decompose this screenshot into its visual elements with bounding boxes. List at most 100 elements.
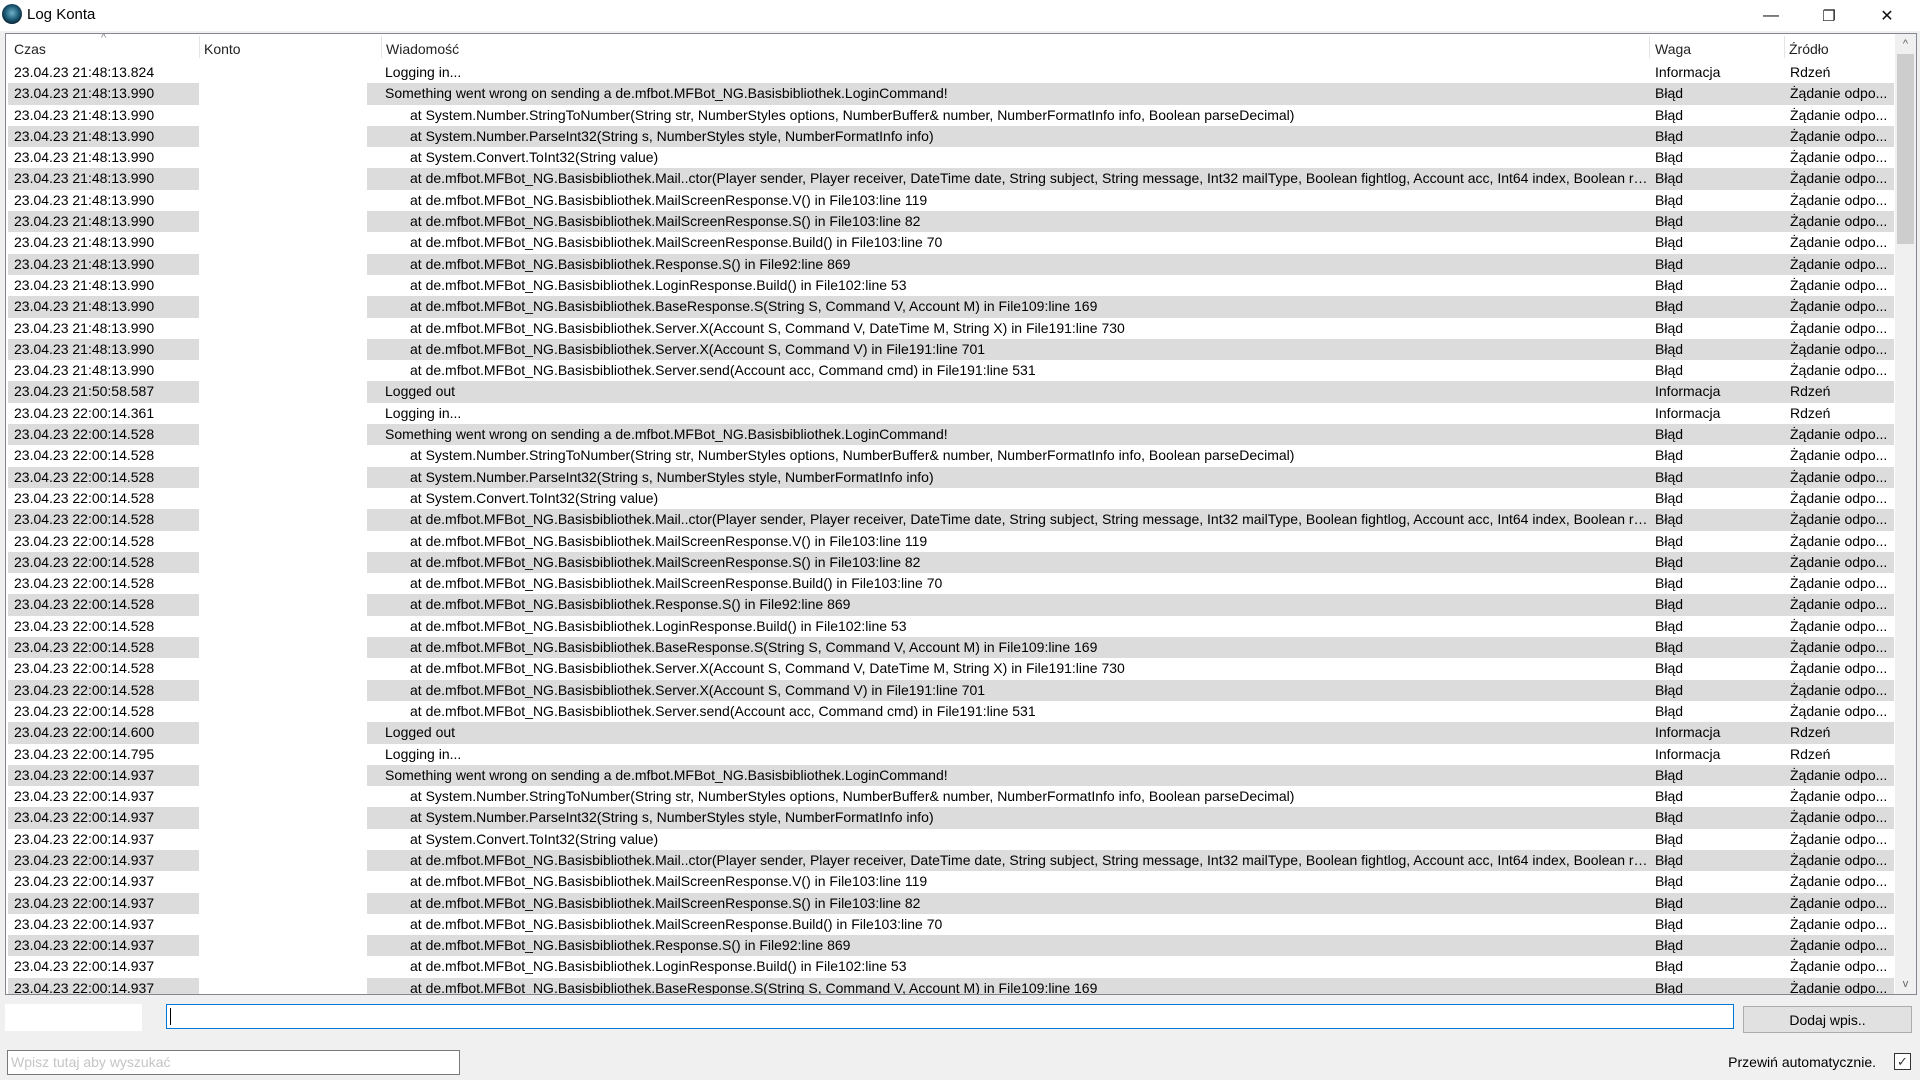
table-row[interactable]: 23.04.23 21:48:13.990 at de.mfbot.MFBot_N… bbox=[6, 360, 1894, 381]
table-row[interactable]: 23.04.23 22:00:14.937 at de.mfbot.MFBot_N… bbox=[6, 977, 1894, 994]
table-row[interactable]: 23.04.23 22:00:14.528 at de.mfbot.MFBot_N… bbox=[6, 573, 1894, 594]
cell-time: 23.04.23 21:48:13.990 bbox=[8, 168, 199, 190]
cell-message: at System.Convert.ToInt32(String value) bbox=[410, 489, 659, 506]
cell-account bbox=[199, 62, 366, 83]
table-row[interactable]: 23.04.23 22:00:14.937 at System.Number.Pa… bbox=[6, 807, 1894, 829]
table-row[interactable]: 23.04.23 21:48:13.990 at System.Number.Pa… bbox=[6, 125, 1894, 148]
restore-button[interactable]: ❐ bbox=[1800, 0, 1858, 31]
cell-message: at de.mfbot.MFBot_NG.Basisbibliothek.Mai… bbox=[410, 575, 943, 592]
table-row[interactable]: 23.04.23 21:48:13.990 at de.mfbot.MFBot_N… bbox=[6, 168, 1894, 190]
column-divider[interactable] bbox=[381, 36, 382, 58]
cell-source: Żądanie odpo... bbox=[1790, 702, 1888, 719]
cell-weight: Błąd bbox=[1649, 679, 1784, 701]
table-row[interactable]: 23.04.23 22:00:14.528 Something went wron… bbox=[6, 424, 1894, 446]
table-row[interactable]: 23.04.23 22:00:14.361 Logging in... Inform… bbox=[6, 403, 1894, 424]
log-entry-input[interactable] bbox=[166, 1004, 1734, 1029]
table-row[interactable]: 23.04.23 21:48:13.990 at de.mfbot.MFBot_N… bbox=[6, 338, 1894, 361]
table-row[interactable]: 23.04.23 22:00:14.528 at de.mfbot.MFBot_N… bbox=[6, 616, 1894, 637]
table-row[interactable]: 23.04.23 22:00:14.528 at de.mfbot.MFBot_N… bbox=[6, 658, 1894, 679]
column-divider[interactable] bbox=[1649, 36, 1650, 58]
table-row[interactable]: 23.04.23 22:00:14.937 at de.mfbot.MFBot_N… bbox=[6, 892, 1894, 914]
table-row[interactable]: 23.04.23 22:00:14.528 at System.Number.St… bbox=[6, 445, 1894, 466]
table-row[interactable]: 23.04.23 22:00:14.528 at System.Number.Pa… bbox=[6, 466, 1894, 488]
cell-account bbox=[199, 83, 366, 104]
cell-weight: Błąd bbox=[1655, 234, 1684, 251]
table-row[interactable]: 23.04.23 22:00:14.528 at de.mfbot.MFBot_N… bbox=[6, 531, 1894, 552]
cell-account bbox=[199, 296, 366, 317]
column-header-message[interactable]: Wiadomość bbox=[386, 41, 459, 57]
table-row[interactable]: 23.04.23 22:00:14.528 at de.mfbot.MFBot_N… bbox=[6, 701, 1894, 722]
vertical-scrollbar[interactable]: ^ v bbox=[1895, 34, 1916, 994]
cell-message: at de.mfbot.MFBot_NG.Basisbibliothek.Ser… bbox=[367, 338, 1649, 361]
close-button[interactable]: ✕ bbox=[1858, 0, 1916, 31]
cell-source: Żądanie odpo... bbox=[1790, 234, 1888, 251]
column-divider[interactable] bbox=[1784, 36, 1785, 58]
table-row[interactable]: 23.04.23 21:48:13.990 at de.mfbot.MFBot_N… bbox=[6, 275, 1894, 296]
cell-time: 23.04.23 22:00:14.528 bbox=[14, 660, 155, 677]
table-row[interactable]: 23.04.23 21:48:13.990 at de.mfbot.MFBot_N… bbox=[6, 296, 1894, 318]
cell-weight: Błąd bbox=[1649, 849, 1784, 872]
add-entry-button[interactable]: Dodaj wpis.. bbox=[1743, 1006, 1912, 1033]
table-row[interactable]: 23.04.23 22:00:14.528 at de.mfbot.MFBot_N… bbox=[6, 637, 1894, 659]
table-row[interactable]: 23.04.23 21:48:13.990 at de.mfbot.MFBot_N… bbox=[6, 253, 1894, 275]
cell-account bbox=[199, 168, 366, 189]
cell-time: 23.04.23 22:00:14.528 bbox=[14, 702, 155, 719]
table-row[interactable]: 23.04.23 21:48:13.990 Something went wron… bbox=[6, 83, 1894, 105]
cell-source: Żądanie odpo... bbox=[1784, 296, 1894, 318]
cell-weight: Błąd bbox=[1649, 637, 1784, 659]
cell-message: at de.mfbot.MFBot_NG.Basisbibliothek.Mai… bbox=[410, 234, 943, 251]
scrollbar-thumb[interactable] bbox=[1897, 54, 1914, 244]
cell-time: 23.04.23 22:00:14.528 bbox=[8, 679, 199, 701]
table-row[interactable]: 23.04.23 22:00:14.795 Logging in... Inform… bbox=[6, 744, 1894, 765]
column-header-account[interactable]: Konto bbox=[204, 41, 241, 57]
cell-source: Żądanie odpo... bbox=[1784, 83, 1894, 105]
column-header-weight[interactable]: Waga bbox=[1655, 41, 1691, 57]
cell-source: Żądanie odpo... bbox=[1790, 575, 1888, 592]
table-row[interactable]: 23.04.23 22:00:14.528 at System.Convert.T… bbox=[6, 488, 1894, 509]
table-row[interactable]: 23.04.23 21:48:13.990 at de.mfbot.MFBot_N… bbox=[6, 318, 1894, 339]
table-row[interactable]: 23.04.23 22:00:14.528 at de.mfbot.MFBot_N… bbox=[6, 509, 1894, 531]
table-row[interactable]: 23.04.23 22:00:14.937 at System.Convert.T… bbox=[6, 829, 1894, 850]
table-row[interactable]: 23.04.23 22:00:14.937 at de.mfbot.MFBot_N… bbox=[6, 871, 1894, 892]
table-row[interactable]: 23.04.23 21:48:13.990 at de.mfbot.MFBot_N… bbox=[6, 232, 1894, 253]
table-row[interactable]: 23.04.23 21:48:13.990 at de.mfbot.MFBot_N… bbox=[6, 211, 1894, 233]
search-input[interactable]: Wpisz tutaj aby wyszukać bbox=[7, 1050, 460, 1075]
cell-time: 23.04.23 22:00:14.937 bbox=[14, 830, 155, 847]
cell-time: 23.04.23 22:00:14.528 bbox=[14, 532, 155, 549]
cell-time: 23.04.23 21:48:13.990 bbox=[14, 191, 155, 208]
table-row[interactable]: 23.04.23 21:48:13.990 at System.Convert.T… bbox=[6, 147, 1894, 168]
table-row[interactable]: 23.04.23 22:00:14.937 at de.mfbot.MFBot_N… bbox=[6, 956, 1894, 977]
log-list[interactable]: ^ Czas Konto Wiadomość Waga Źródło 23.04… bbox=[5, 33, 1917, 995]
table-row[interactable]: 23.04.23 21:50:58.587 Logged out Informacj… bbox=[6, 381, 1894, 403]
table-row[interactable]: 23.04.23 22:00:14.528 at de.mfbot.MFBot_N… bbox=[6, 551, 1894, 574]
table-row[interactable]: 23.04.23 22:00:14.600 Logged out Informacj… bbox=[6, 722, 1894, 744]
table-row[interactable]: 23.04.23 21:48:13.990 at de.mfbot.MFBot_N… bbox=[6, 190, 1894, 211]
table-row[interactable]: 23.04.23 21:48:13.990 at System.Number.St… bbox=[6, 105, 1894, 126]
cell-source: Żądanie odpo... bbox=[1784, 764, 1894, 787]
cell-account bbox=[199, 637, 366, 658]
cell-weight: Błąd bbox=[1655, 702, 1684, 719]
autoscroll-checkbox[interactable]: ✓ bbox=[1894, 1053, 1911, 1070]
scroll-down-icon[interactable]: v bbox=[1895, 974, 1916, 994]
table-row[interactable]: 23.04.23 22:00:14.937 at System.Number.St… bbox=[6, 786, 1894, 807]
table-row[interactable]: 23.04.23 22:00:14.937 at de.mfbot.MFBot_N… bbox=[6, 849, 1894, 872]
cell-weight: Błąd bbox=[1649, 83, 1784, 105]
column-header-time[interactable]: Czas bbox=[14, 41, 46, 57]
table-row[interactable]: 23.04.23 22:00:14.528 at de.mfbot.MFBot_N… bbox=[6, 594, 1894, 616]
column-header-source[interactable]: Źródło bbox=[1789, 41, 1829, 57]
minimize-button[interactable]: — bbox=[1742, 0, 1800, 31]
table-row[interactable]: 23.04.23 22:00:14.528 at de.mfbot.MFBot_N… bbox=[6, 679, 1894, 701]
cell-weight: Błąd bbox=[1655, 788, 1684, 805]
cell-source: Żądanie odpo... bbox=[1790, 362, 1888, 379]
cell-time: 23.04.23 22:00:14.528 bbox=[14, 447, 155, 464]
table-row[interactable]: 23.04.23 21:48:13.824 Logging in... Inform… bbox=[6, 62, 1894, 83]
cell-time: 23.04.23 22:00:14.937 bbox=[8, 764, 199, 787]
cell-weight: Informacja bbox=[1655, 745, 1721, 762]
cell-source: Żądanie odpo... bbox=[1790, 276, 1888, 293]
table-row[interactable]: 23.04.23 22:00:14.937 Something went wron… bbox=[6, 764, 1894, 787]
column-divider[interactable] bbox=[199, 36, 200, 58]
table-row[interactable]: 23.04.23 22:00:14.937 at de.mfbot.MFBot_N… bbox=[6, 935, 1894, 957]
table-row[interactable]: 23.04.23 22:00:14.937 at de.mfbot.MFBot_N… bbox=[6, 914, 1894, 935]
scroll-up-icon[interactable]: ^ bbox=[1895, 34, 1916, 54]
cell-account bbox=[199, 147, 366, 168]
